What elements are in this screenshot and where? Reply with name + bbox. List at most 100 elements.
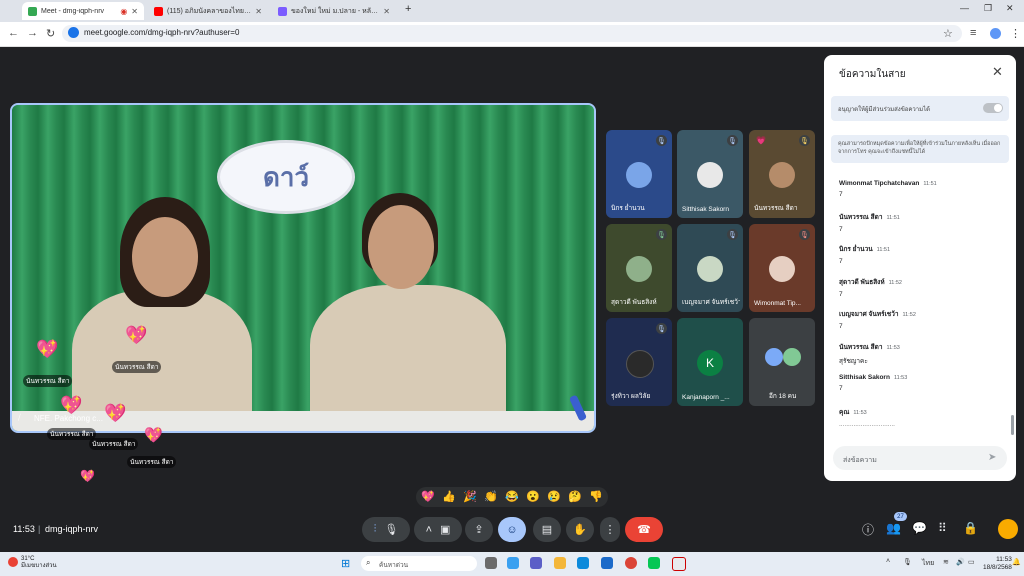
laugh-emoji-button[interactable]: 😂 — [505, 490, 519, 503]
clap-emoji-button[interactable]: 👏 — [484, 490, 498, 503]
chat-message: นันทวรรณ สีดา 11:51 7 — [839, 212, 900, 233]
media-controls-icon[interactable]: ≡ — [970, 27, 976, 39]
taskbar-search-text: ค้นหาด่วน — [379, 562, 409, 569]
reactions-button[interactable]: ☺ — [498, 517, 526, 542]
avatar — [697, 256, 723, 282]
message-sender: Wimonmat Tipchatchavan — [839, 180, 920, 187]
camera-button[interactable]: ˄ ▣ — [414, 517, 462, 542]
profile-avatar-icon[interactable] — [990, 28, 1001, 39]
back-icon[interactable]: ← — [8, 27, 19, 39]
raise-hand-button[interactable]: ✋ — [566, 517, 594, 542]
thumbs-up-emoji-button[interactable]: 👍 — [442, 490, 456, 503]
tab-title: ของใหม่ ใหม่ ม.ปลาย - หลักสูตรครูใหม่ ..… — [291, 7, 380, 15]
taskbar-clock[interactable]: 11:53 18/8/2568 — [983, 556, 1012, 572]
microphone-tray-icon[interactable]: 🎙 — [903, 558, 912, 566]
weather-widget[interactable]: 31°C มีเมฆบางส่วน — [21, 556, 57, 570]
message-time: 11:53 — [893, 375, 908, 381]
message-time: 11:51 — [886, 215, 900, 221]
present-screen-button[interactable]: ⇪ — [465, 517, 493, 542]
avatar — [765, 348, 783, 366]
site-info-icon[interactable] — [68, 27, 79, 38]
microphone-button[interactable]: ⫶ 🎙 — [362, 517, 410, 542]
store-icon[interactable] — [601, 557, 613, 569]
participant-tile[interactable]: K Kanjanaporn _... — [677, 318, 743, 406]
start-windows-icon[interactable]: ⊞ — [341, 557, 350, 570]
timer-app-icon[interactable] — [998, 519, 1018, 539]
participant-tile[interactable]: 🎙 เบญจมาศ จันทร์เชว้า — [677, 224, 743, 312]
close-tab-icon[interactable]: ✕ — [131, 7, 138, 16]
file-explorer-icon[interactable] — [554, 557, 566, 569]
wifi-icon[interactable]: ≋ — [943, 558, 949, 566]
message-sender: เบญจมาศ จันทร์เชว้า — [839, 311, 899, 318]
heart-reaction-icon: 💖 — [104, 403, 127, 423]
chrome-icon[interactable] — [625, 557, 637, 569]
tab-title: (115) อภิมนังคลาของไทยและท้องถิ่น - — [167, 7, 252, 15]
sad-emoji-button[interactable]: 😢 — [547, 490, 561, 503]
browser-menu-icon[interactable]: ⋮ — [1010, 27, 1021, 40]
participant-tile[interactable]: 🎙 รุ่งทิวา ผลวิลัย — [606, 318, 672, 406]
tab-meet[interactable]: Meet - dmg-iqph-nrv ◉ ✕ — [22, 2, 144, 20]
microphone-icon: 🎙 — [384, 524, 399, 536]
party-emoji-button[interactable]: 🎉 — [463, 490, 477, 503]
host-controls-icon[interactable]: 🔒 — [963, 521, 978, 535]
more-participants-tile[interactable]: อีก 18 คน — [749, 318, 815, 406]
thinking-emoji-button[interactable]: 🤔 — [568, 490, 582, 503]
close-window-icon[interactable]: ✕ — [1006, 3, 1014, 14]
restore-icon[interactable]: ❐ — [984, 3, 992, 14]
main-video-tile[interactable]: ดาว์ — [10, 103, 596, 433]
participant-tile[interactable]: 🎙 สุดาวดี พันธสิงห์ — [606, 224, 672, 312]
camera-icon: ▣ — [440, 524, 451, 536]
chat-input-placeholder: ส่งข้อความ — [843, 457, 877, 464]
tab-youtube[interactable]: (115) อภิมนังคลาของไทยและท้องถิ่น - ✕ — [148, 2, 268, 20]
captions-icon: ▤ — [541, 524, 553, 536]
heart-emoji-button[interactable]: 💖 — [421, 490, 435, 503]
meet-favicon-icon — [28, 6, 37, 16]
edge-icon[interactable] — [577, 557, 589, 569]
chat-message: Sitthisak Sakorn 11:53 7 — [839, 374, 907, 392]
copilot-icon[interactable] — [507, 557, 519, 569]
weather-condition: มีเมฆบางส่วน — [21, 563, 57, 569]
close-tab-icon[interactable]: ✕ — [255, 7, 262, 16]
participant-tile[interactable]: 🎙 Wimonmat Tip... — [749, 224, 815, 312]
leave-call-button[interactable]: ☎ — [625, 517, 663, 542]
app-icon[interactable] — [672, 557, 686, 571]
teams-icon[interactable] — [530, 557, 542, 569]
language-indicator[interactable]: ไทย — [922, 558, 934, 569]
reload-icon[interactable]: ↻ — [46, 27, 55, 40]
chat-icon[interactable]: 💬 — [912, 521, 927, 535]
chevron-up-icon[interactable]: ˄ — [886, 558, 890, 565]
participant-tile[interactable]: 💗 🎙 นันทวรรณ สีดา — [749, 130, 815, 218]
thumbs-down-emoji-button[interactable]: 👎 — [589, 490, 603, 503]
chat-scrollbar[interactable] — [1011, 415, 1014, 435]
send-icon[interactable]: ➤ — [988, 452, 996, 463]
participant-tile[interactable]: 🎙 Sitthisak Sakorn — [677, 130, 743, 218]
new-tab-button[interactable]: + — [405, 3, 411, 15]
participant-tile[interactable]: 🎙 นิกร ย่ำนวน — [606, 130, 672, 218]
mic-muted-icon: 🎙 — [727, 135, 738, 146]
more-options-button[interactable]: ⋮ — [600, 517, 620, 542]
activities-icon[interactable]: ⠿ — [938, 521, 947, 535]
battery-icon[interactable]: ▭ — [968, 558, 975, 566]
people-icon[interactable]: 👥 — [886, 521, 901, 535]
bookmark-star-icon[interactable]: ☆ — [943, 27, 953, 40]
tile-name: นิกร ย่ำนวน — [611, 205, 645, 212]
minimize-icon[interactable]: — — [960, 3, 969, 13]
allow-messages-toggle[interactable] — [983, 103, 1003, 113]
notification-bell-icon[interactable]: 🔔 — [1012, 558, 1021, 566]
line-icon[interactable] — [648, 557, 660, 569]
course-favicon-icon — [278, 6, 287, 16]
message-sender: คุณ — [839, 409, 850, 416]
presenter-right-face — [368, 205, 434, 289]
tab-course[interactable]: ของใหม่ ใหม่ ม.ปลาย - หลักสูตรครูใหม่ ..… — [272, 2, 396, 20]
task-view-icon[interactable] — [485, 557, 497, 569]
avatar — [769, 256, 795, 282]
volume-icon[interactable]: 🔊 — [956, 558, 965, 566]
surprised-emoji-button[interactable]: 😮 — [526, 490, 540, 503]
close-chat-icon[interactable]: ✕ — [992, 64, 1003, 80]
message-sender: Sitthisak Sakorn — [839, 374, 890, 381]
present-icon: ⇪ — [474, 524, 484, 536]
forward-icon[interactable]: → — [27, 27, 38, 39]
close-tab-icon[interactable]: ✕ — [383, 7, 390, 16]
captions-button[interactable]: ▤ — [533, 517, 561, 542]
meeting-info-icon[interactable]: ⓘ — [862, 521, 874, 538]
